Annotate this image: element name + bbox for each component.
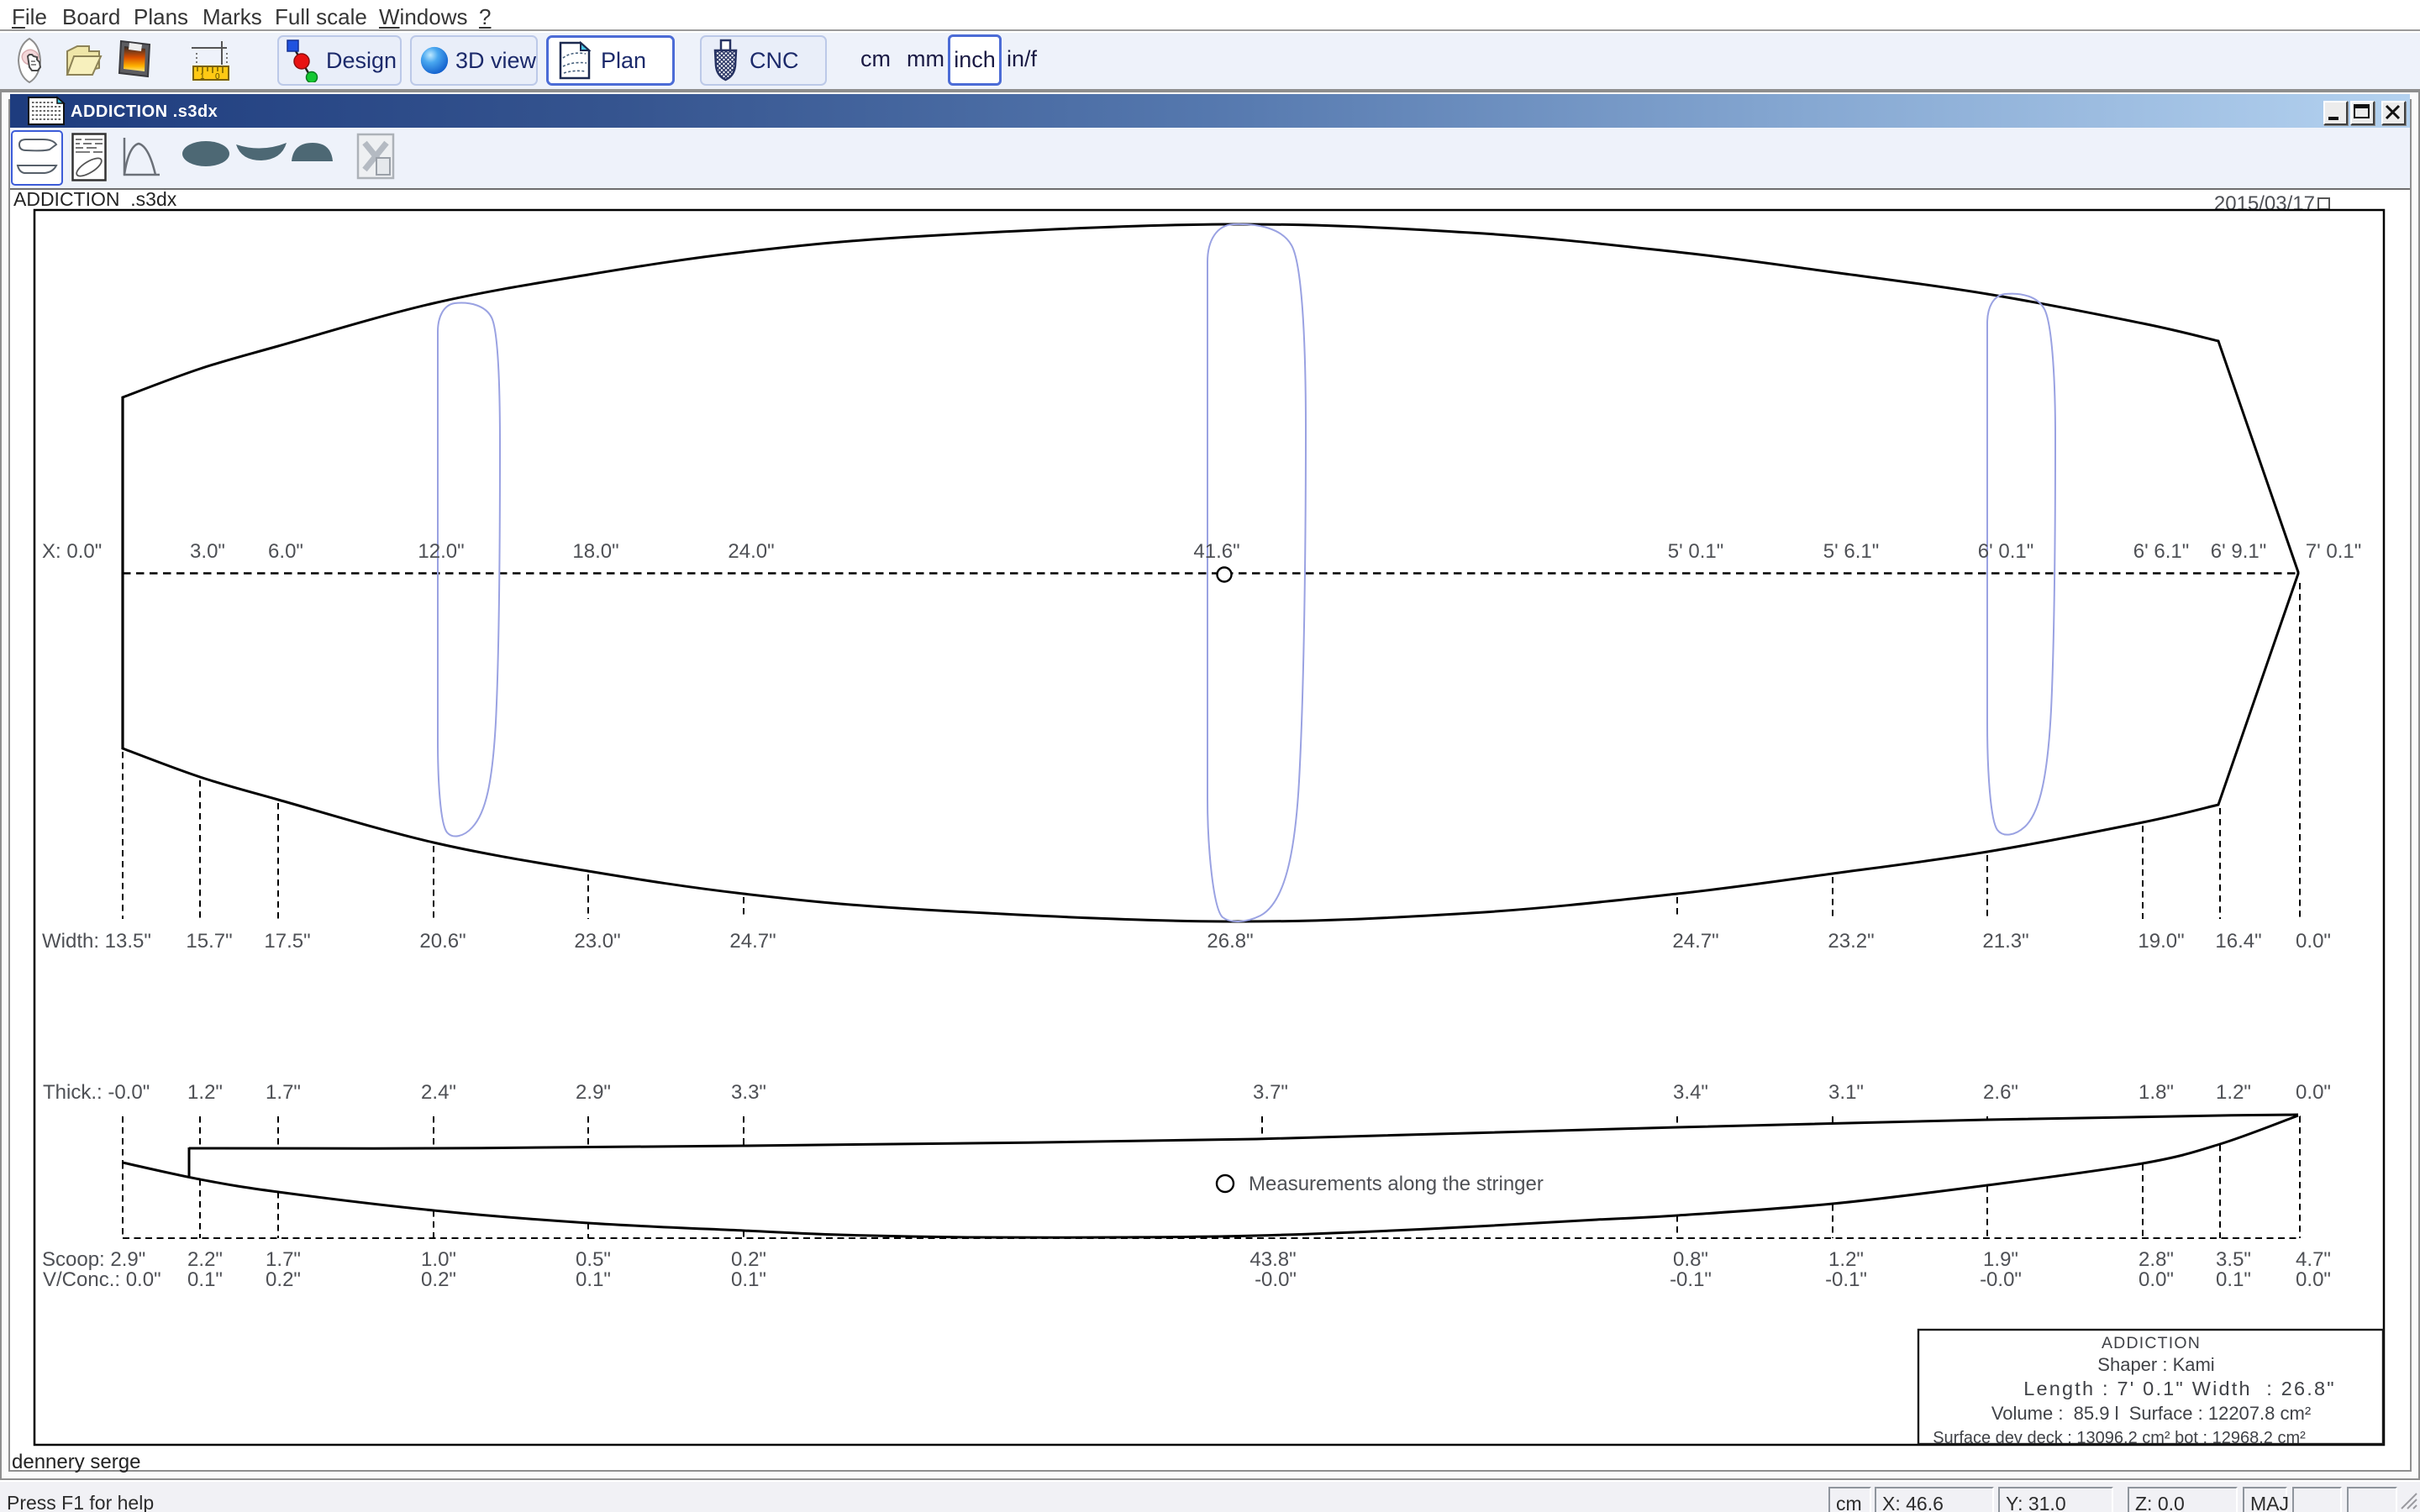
svg-text:18.0": 18.0" (572, 540, 618, 563)
svg-text:Scoop: 2.9": Scoop: 2.9" (42, 1248, 145, 1271)
svg-text:0.1": 0.1" (2216, 1268, 2251, 1291)
svg-text:1.8": 1.8" (2139, 1081, 2174, 1104)
svg-text:20.6": 20.6" (419, 930, 466, 953)
svg-text:24.7": 24.7" (1672, 930, 1718, 953)
svg-text:7' 0.1": 7' 0.1" (2306, 540, 2361, 563)
svg-text:23.0": 23.0" (574, 930, 620, 953)
svg-text:1.2": 1.2" (187, 1081, 223, 1104)
svg-text:2015/03/17: 2015/03/17 (2214, 192, 2315, 215)
svg-text:ADDICTION .s3dx: ADDICTION .s3dx (13, 188, 177, 210)
svg-text:3.3": 3.3" (731, 1081, 766, 1104)
svg-text:24.0": 24.0" (728, 540, 774, 563)
svg-text:4.7": 4.7" (2296, 1248, 2331, 1271)
svg-text:Length : 7' 0.1" Width : 26.8: Length : 7' 0.1" Width : 26.8" (2023, 1378, 2336, 1399)
svg-text:17.5": 17.5" (264, 930, 310, 953)
svg-text:3.5": 3.5" (2216, 1248, 2251, 1271)
svg-text:2.2": 2.2" (187, 1248, 223, 1271)
svg-text:3.0": 3.0" (190, 540, 225, 563)
svg-text:0.0": 0.0" (2296, 930, 2331, 953)
svg-text:1.7": 1.7" (266, 1081, 301, 1104)
svg-text:0.1": 0.1" (576, 1268, 611, 1291)
svg-text:X: 0.0": X: 0.0" (42, 540, 102, 563)
svg-text:-0.1": -0.1" (1825, 1268, 1867, 1291)
svg-text:-0.1": -0.1" (1670, 1268, 1712, 1291)
svg-text:6.0": 6.0" (268, 540, 303, 563)
svg-text:0.8": 0.8" (1673, 1248, 1708, 1271)
svg-text:dennery serge: dennery serge (12, 1451, 140, 1473)
svg-text:0.1": 0.1" (731, 1268, 766, 1291)
svg-text:2.4": 2.4" (421, 1081, 456, 1104)
svg-text:5' 0.1": 5' 0.1" (1668, 540, 1723, 563)
svg-text:5' 6.1": 5' 6.1" (1823, 540, 1879, 563)
svg-text:19.0": 19.0" (2138, 930, 2184, 953)
svg-text:24.7": 24.7" (729, 930, 776, 953)
svg-text:0.1": 0.1" (187, 1268, 223, 1291)
svg-text:2.9": 2.9" (576, 1081, 611, 1104)
svg-text:1.7": 1.7" (266, 1248, 301, 1271)
svg-text:3.1": 3.1" (1828, 1081, 1864, 1104)
svg-text:0.5": 0.5" (576, 1248, 611, 1271)
svg-text:1.2": 1.2" (2216, 1081, 2251, 1104)
svg-text:3.7": 3.7" (1253, 1081, 1288, 1104)
svg-text:41.6": 41.6" (1193, 540, 1239, 563)
svg-text:0.2": 0.2" (731, 1248, 766, 1271)
svg-text:26.8": 26.8" (1207, 930, 1253, 953)
svg-text:1.9": 1.9" (1983, 1248, 2018, 1271)
svg-text:Thick.: -0.0": Thick.: -0.0" (43, 1081, 150, 1104)
svg-text:6' 6.1": 6' 6.1" (2133, 540, 2189, 563)
svg-text:Shaper : Kami: Shaper : Kami (2097, 1354, 2214, 1375)
svg-text:0.0": 0.0" (2296, 1268, 2331, 1291)
svg-text:V/Conc.: 0.0": V/Conc.: 0.0" (43, 1268, 161, 1291)
svg-text:0.2": 0.2" (266, 1268, 301, 1291)
svg-text:1.0": 1.0" (421, 1248, 456, 1271)
svg-text:23.2": 23.2" (1828, 930, 1874, 953)
svg-text:43.8": 43.8" (1249, 1248, 1296, 1271)
svg-text:Surface dev deck : 13096.2 cm²: Surface dev deck : 13096.2 cm² bot : 129… (1933, 1429, 2306, 1447)
svg-text:1.2": 1.2" (1828, 1248, 1864, 1271)
svg-text:12.0": 12.0" (418, 540, 464, 563)
svg-text:2.8": 2.8" (2139, 1248, 2174, 1271)
svg-text:-0.0": -0.0" (1255, 1268, 1297, 1291)
svg-text:6' 9.1": 6' 9.1" (2211, 540, 2266, 563)
svg-text:-0.0": -0.0" (1980, 1268, 2022, 1291)
svg-text:0.0": 0.0" (2296, 1081, 2331, 1104)
svg-text:21.3": 21.3" (1982, 930, 2028, 953)
svg-text:Width: 13.5": Width: 13.5" (42, 930, 151, 953)
svg-text:0.2": 0.2" (421, 1268, 456, 1291)
svg-text:3.4": 3.4" (1673, 1081, 1708, 1104)
svg-text:0.0": 0.0" (2139, 1268, 2174, 1291)
svg-text:16.4": 16.4" (2215, 930, 2261, 953)
svg-text:6' 0.1": 6' 0.1" (1978, 540, 2033, 563)
svg-text:ADDICTION: ADDICTION (2102, 1334, 2201, 1352)
svg-text:15.7": 15.7" (186, 930, 232, 953)
svg-text:2.6": 2.6" (1983, 1081, 2018, 1104)
svg-text:Measurements along the stringe: Measurements along the stringer (1249, 1173, 1544, 1195)
svg-text:Volume : 85.9 l Surface : 12: Volume : 85.9 l Surface : 12207.8 cm² (1991, 1403, 2311, 1424)
